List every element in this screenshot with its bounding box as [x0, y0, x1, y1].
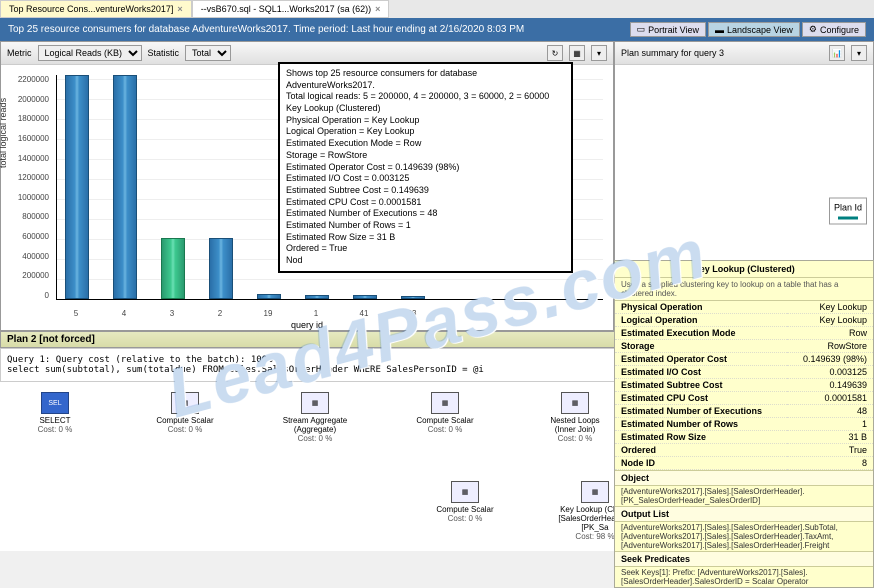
- operator-icon: ▦: [301, 392, 329, 414]
- prop-key: Node ID: [615, 457, 787, 470]
- metric-label: Metric: [7, 48, 32, 58]
- chart-type-icon[interactable]: ▦: [569, 45, 585, 61]
- bar-query-41[interactable]: [353, 295, 377, 299]
- props-desc: Uses a supplied clustering key to lookup…: [615, 278, 873, 301]
- prop-value: 0.149639 (98%): [787, 353, 873, 366]
- prop-key: Storage: [615, 340, 787, 353]
- metric-select[interactable]: Logical Reads (KB): [38, 45, 142, 61]
- prop-value: 0.149639: [787, 379, 873, 392]
- prop-value: RowStore: [787, 340, 873, 353]
- prop-key: Estimated Number of Executions: [615, 405, 787, 418]
- operator-icon: SEL: [41, 392, 69, 414]
- plan-node[interactable]: ▦Compute ScalarCost: 0 %: [420, 481, 510, 523]
- title-bar: Top 25 resource consumers for database A…: [0, 18, 874, 41]
- prop-value: 0.003125: [787, 366, 873, 379]
- tab-label: Top Resource Cons...ventureWorks2017]: [9, 4, 173, 14]
- object-text: [AdventureWorks2017].[Sales].[SalesOrder…: [615, 486, 873, 506]
- operator-icon: ▦: [431, 392, 459, 414]
- configure-button[interactable]: ⚙Configure: [802, 22, 866, 37]
- chart-tooltip: Shows top 25 resource consumers for data…: [278, 62, 573, 273]
- prop-value: 8: [787, 457, 873, 470]
- gear-icon: ⚙: [809, 24, 817, 35]
- prop-key: Physical Operation: [615, 301, 787, 314]
- prop-value: 31 B: [787, 431, 873, 444]
- operator-icon: ▦: [561, 392, 589, 414]
- refresh-icon[interactable]: ↻: [547, 45, 563, 61]
- chevron-down-icon[interactable]: ▾: [851, 45, 867, 61]
- statistic-label: Statistic: [148, 48, 180, 58]
- prop-value: True: [787, 444, 873, 457]
- seek-section-header: Seek Predicates: [615, 551, 873, 567]
- plan-node[interactable]: ▦Compute ScalarCost: 0 %: [140, 392, 230, 434]
- page-title: Top 25 resource consumers for database A…: [8, 24, 524, 35]
- seek-text: Seek Keys[1]: Prefix: [AdventureWorks201…: [615, 567, 873, 588]
- bar-query-1[interactable]: [305, 295, 329, 299]
- plan-id-legend: Plan Id: [829, 197, 867, 224]
- chevron-down-icon[interactable]: ▾: [591, 45, 607, 61]
- legend-swatch: [838, 216, 858, 219]
- bar-query-19[interactable]: [257, 294, 281, 299]
- object-section-header: Object: [615, 470, 873, 486]
- statistic-select[interactable]: Total: [185, 45, 231, 61]
- operator-icon: ▦: [451, 481, 479, 503]
- portrait-view-button[interactable]: ▭Portrait View: [630, 22, 706, 37]
- prop-key: Estimated Number of Rows: [615, 418, 787, 431]
- prop-value: 48: [787, 405, 873, 418]
- plan-summary-title: Plan summary for query 3: [621, 48, 724, 58]
- prop-key: Estimated Subtree Cost: [615, 379, 787, 392]
- prop-value: Key Lookup: [787, 314, 873, 327]
- operator-icon: ▦: [581, 481, 609, 503]
- prop-key: Estimated Row Size: [615, 431, 787, 444]
- bar-query-3[interactable]: [161, 238, 185, 299]
- prop-key: Estimated Execution Mode: [615, 327, 787, 340]
- plan-node[interactable]: ▦Compute ScalarCost: 0 %: [400, 392, 490, 434]
- prop-value: 1: [787, 418, 873, 431]
- layout-icon: ▬: [715, 25, 724, 35]
- plan-node[interactable]: SELSELECTCost: 0 %: [10, 392, 100, 434]
- prop-value: Key Lookup: [787, 301, 873, 314]
- document-tabs: Top Resource Cons...ventureWorks2017] × …: [0, 0, 874, 18]
- close-icon[interactable]: ×: [375, 4, 380, 14]
- layout-icon: ▭: [637, 24, 646, 35]
- prop-key: Estimated I/O Cost: [615, 366, 787, 379]
- y-ticks: 2200000200000018000001600000140000012000…: [9, 75, 49, 300]
- bar-query-63[interactable]: [401, 296, 425, 299]
- plan-node[interactable]: ▦Stream Aggregate(Aggregate)Cost: 0 %: [270, 392, 360, 443]
- operator-properties-panel: Key Lookup (Clustered) Uses a supplied c…: [614, 260, 874, 588]
- landscape-view-button[interactable]: ▬Landscape View: [708, 22, 800, 37]
- x-ticks: 54321914163: [56, 309, 603, 318]
- tab-querystore[interactable]: Top Resource Cons...ventureWorks2017] ×: [0, 0, 192, 18]
- plan-summary-header: Plan summary for query 3 📊 ▾: [615, 42, 873, 65]
- x-axis-label: query id: [291, 320, 323, 330]
- operator-icon: ▦: [171, 392, 199, 414]
- plan-id-label: Plan Id: [834, 202, 862, 212]
- tab-label: --vsB670.sql - SQL1...Works2017 (sa (62)…: [201, 4, 371, 14]
- prop-key: Ordered: [615, 444, 787, 457]
- plan-node[interactable]: ▦Nested Loops(Inner Join)Cost: 0 %: [530, 392, 620, 443]
- prop-key: Estimated CPU Cost: [615, 392, 787, 405]
- chart-icon[interactable]: 📊: [829, 45, 845, 61]
- output-section-header: Output List: [615, 506, 873, 522]
- prop-key: Estimated Operator Cost: [615, 353, 787, 366]
- bar-query-4[interactable]: [113, 75, 137, 299]
- tab-sqlfile[interactable]: --vsB670.sql - SQL1...Works2017 (sa (62)…: [192, 0, 390, 18]
- prop-value: 0.0001581: [787, 392, 873, 405]
- prop-value: Row: [787, 327, 873, 340]
- close-icon[interactable]: ×: [177, 4, 182, 14]
- bar-query-2[interactable]: [209, 238, 233, 299]
- props-table: Physical OperationKey LookupLogical Oper…: [615, 301, 873, 470]
- props-title: Key Lookup (Clustered): [615, 261, 873, 278]
- y-axis-label: total logical reads: [0, 97, 8, 167]
- bar-query-5[interactable]: [65, 75, 89, 299]
- prop-key: Logical Operation: [615, 314, 787, 327]
- output-text: [AdventureWorks2017].[Sales].[SalesOrder…: [615, 522, 873, 551]
